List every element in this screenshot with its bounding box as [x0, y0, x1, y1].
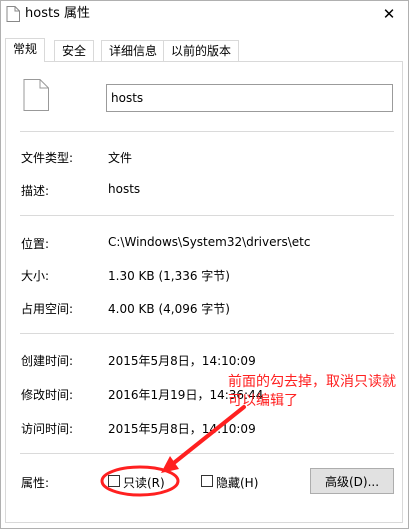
created-value: 2015年5月8日，14:10:09	[108, 354, 256, 368]
accessed-label: 访问时间:	[21, 422, 74, 436]
annotation-text: 前面的勾去掉，取消只读就可以编辑了	[228, 374, 396, 409]
tab-security-label: 安全	[62, 44, 87, 58]
close-button[interactable]: ✕	[378, 4, 400, 24]
hidden-label[interactable]: 隐藏(H)	[216, 474, 258, 491]
tab-strip: 常规 安全 详细信息 以前的版本	[1, 38, 408, 62]
hidden-checkbox[interactable]	[201, 475, 213, 487]
file-type-label: 文件类型:	[21, 151, 74, 165]
size-label: 大小:	[21, 269, 50, 283]
tab-previous-versions-label: 以前的版本	[171, 44, 232, 58]
modified-label: 修改时间:	[21, 388, 74, 402]
location-value: C:\Windows\System32\drivers\etc	[108, 235, 311, 249]
created-label: 创建时间:	[21, 354, 74, 368]
tab-general[interactable]: 常规	[5, 38, 46, 62]
readonly-checkbox[interactable]	[108, 475, 120, 487]
accessed-value: 2015年5月8日，14:10:09	[108, 422, 256, 436]
tab-details[interactable]: 详细信息	[101, 40, 166, 61]
attributes-label: 属性:	[21, 476, 50, 490]
window-title: hosts 属性	[25, 6, 90, 21]
file-type-value: 文件	[108, 151, 133, 165]
divider	[20, 333, 394, 334]
title-bar: hosts 属性 ✕	[1, 1, 408, 29]
document-icon	[23, 79, 49, 111]
properties-dialog: hosts 属性 ✕ 常规 安全 详细信息 以前的版本 文件类型: 文件 描述:…	[0, 0, 409, 529]
description-value: hosts	[108, 182, 141, 196]
advanced-button[interactable]: 高级(D)...	[310, 468, 394, 494]
tab-details-label: 详细信息	[109, 44, 158, 58]
size-on-disk-label: 占用空间:	[21, 302, 74, 316]
file-icon	[6, 6, 20, 22]
location-label: 位置:	[21, 237, 50, 251]
description-label: 描述:	[21, 184, 50, 198]
tab-security[interactable]: 安全	[54, 40, 95, 61]
size-value: 1.30 KB (1,336 字节)	[108, 269, 230, 283]
tab-general-label: 常规	[13, 42, 38, 56]
divider	[20, 131, 394, 132]
filename-input[interactable]	[106, 84, 393, 112]
divider	[20, 453, 394, 454]
tab-previous-versions[interactable]: 以前的版本	[163, 40, 240, 61]
size-on-disk-value: 4.00 KB (4,096 字节)	[108, 302, 230, 316]
readonly-label[interactable]: 只读(R)	[123, 474, 165, 491]
close-icon: ✕	[382, 5, 396, 23]
divider	[20, 215, 394, 216]
